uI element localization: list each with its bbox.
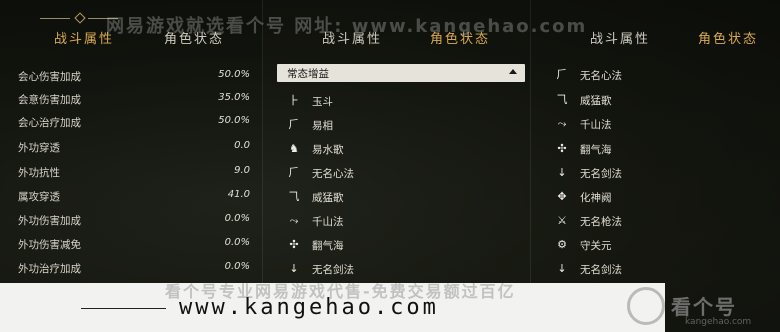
buff-icon: ⤳ [289,214,299,227]
stat-row: 会心治疗加成 50.0% [18,112,250,132]
stat-label: 会意伤害加成 [18,94,81,106]
buff-icon: ⺁ [556,68,568,81]
site-logo: 看个号 kangehao.com [615,283,780,332]
buff-icon: ⺄ [556,93,568,106]
logo-eye-icon [627,287,665,325]
buff-icon: ⚙ [557,238,567,251]
stat-value: 0.0% [224,213,250,224]
buff-name: 无名心法 [580,70,622,82]
buff-icon: ♞ [289,142,299,155]
stat-label: 属攻穿透 [18,191,60,203]
watermark-text: 网易游戏就选看个号 网址: www.kangehao.com [106,16,588,37]
buff-icon: ⤳ [557,117,567,130]
stat-row: 会心伤害加成 50.0% [18,66,250,86]
buff-icon: ✣ [557,142,567,155]
stat-row: 会意伤害加成 35.0% [18,89,250,109]
buff-name: 翻气海 [312,240,344,252]
banner-url: www.kangehao.com [179,295,439,320]
stat-value: 9.0 [234,165,250,176]
stat-value: 0.0% [224,237,250,248]
stat-row: 外功穿透 0.0 [18,137,250,157]
tab-combat-stats[interactable]: 战斗属性 [54,28,114,47]
stat-row: 外功伤害减免 0.0% [18,234,250,254]
stat-label: 会心伤害加成 [18,71,81,83]
buff-icon: ⺁ [288,166,300,179]
buff-name: 翻气海 [580,144,612,156]
dropdown-selected-value: 常态增益 [287,68,329,80]
buff-name: 玉斗 [312,96,333,108]
caret-up-icon [509,69,517,74]
buff-name: 无名剑法 [312,264,354,276]
stat-row: 属攻穿透 41.0 [18,186,250,206]
tab-combat-stats[interactable]: 战斗属性 [590,28,650,47]
stat-value: 35.0% [218,92,250,103]
tab-character-status[interactable]: 角色状态 [698,28,758,47]
stat-row: 外功抗性 9.0 [18,162,250,182]
stat-row: 外功治疗加成 0.0% [18,258,250,278]
buff-name: 易相 [312,120,333,132]
banner-rule [81,308,166,309]
buff-icon: ↓ [289,262,299,275]
url-banner: 看个号专业网易游戏代售-免费交易额过百亿 www.kangehao.com [0,282,665,332]
buff-icon: ⺄ [288,190,300,203]
buff-icon: ⺊ [288,94,300,107]
buff-category-dropdown[interactable]: 常态增益 [277,64,525,82]
buff-icon: ✥ [557,190,567,203]
buff-name: 无名枪法 [580,216,622,228]
buff-name: 无名心法 [312,168,354,180]
buff-name: 化神阙 [580,192,612,204]
buff-name: 易水歌 [312,144,344,156]
stat-label: 外功治疗加成 [18,263,81,275]
stat-label: 会心治疗加成 [18,117,81,129]
buff-name: 威猛歌 [312,192,344,204]
buff-name: 千山法 [312,216,344,228]
logo-text: 看个号 [671,295,737,319]
stat-label: 外功穿透 [18,142,60,154]
stat-value: 41.0 [227,189,250,200]
stat-row: 外功伤害加成 0.0% [18,210,250,230]
stat-value: 50.0% [218,69,250,80]
buff-name: 无名剑法 [580,168,622,180]
stat-label: 外功抗性 [18,167,60,179]
buff-name: 威猛歌 [580,95,612,107]
stat-value: 50.0% [218,115,250,126]
buff-name: 千山法 [580,119,612,131]
buff-icon: ↓ [557,166,567,179]
buff-icon: ⚔ [557,214,567,227]
stat-value: 0.0 [234,140,250,151]
buff-icon: ↓ [557,262,567,275]
buff-icon: ⺁ [288,118,300,131]
buff-name: 无名剑法 [580,264,622,276]
logo-subtext: kangehao.com [685,317,752,327]
stat-label: 外功伤害加成 [18,215,81,227]
buff-icon: ✣ [289,238,299,251]
buff-name: 守关元 [580,240,612,252]
stat-value: 0.0% [224,261,250,272]
stat-label: 外功伤害减免 [18,239,81,251]
